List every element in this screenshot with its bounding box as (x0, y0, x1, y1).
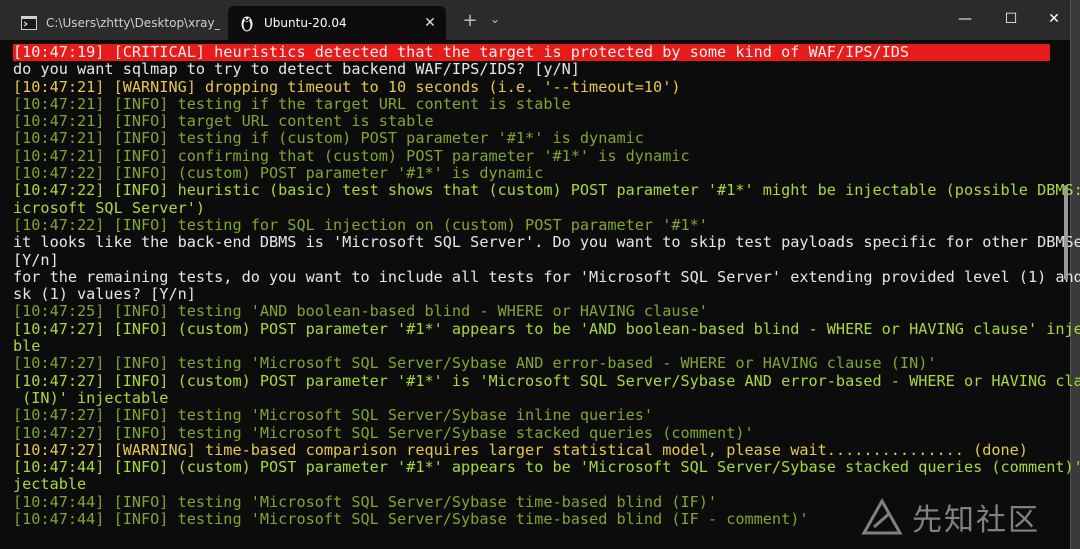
terminal-line: [10:47:27] [WARNING] time-based comparis… (13, 440, 1028, 459)
terminal-line: [10:47:21] [WARNING] dropping timeout to… (13, 77, 681, 96)
scrollbar-thumb[interactable] (1064, 185, 1068, 280)
terminal-line: [10:47:22] [INFO] testing for SQL inject… (13, 215, 708, 234)
linux-penguin-icon (238, 14, 256, 32)
terminal-line: [10:47:27] [INFO] testing 'Microsoft SQL… (13, 406, 654, 425)
terminal-line: [10:47:21] [INFO] target URL content is … (13, 112, 434, 131)
watermark: 先知社区 (860, 495, 1040, 539)
maximize-button[interactable]: ☐ (999, 8, 1023, 30)
terminal-line: [10:47:25] [INFO] testing 'AND boolean-b… (13, 302, 708, 321)
terminal-line: ble (13, 337, 41, 356)
terminal-line: it looks like the back-end DBMS is 'Micr… (13, 233, 1080, 252)
close-window-button[interactable]: ✕ (1042, 8, 1066, 30)
terminal-line: [Y/n] (13, 250, 59, 269)
terminal-line: [10:47:22] [INFO] heuristic (basic) test… (13, 181, 1080, 200)
terminal-line: [10:47:21] [INFO] confirming that (custo… (13, 146, 690, 165)
terminal-line: sk (1) values? [Y/n] (13, 285, 196, 304)
tab-title: C:\Users\zhtty\Desktop\xray_sta (46, 16, 220, 30)
new-tab-button[interactable]: + (460, 10, 480, 31)
tab-dropdown-button[interactable]: ⌄ (490, 12, 500, 26)
terminal-line: [10:47:27] [INFO] testing 'Microsoft SQL… (13, 423, 754, 442)
terminal-line: icrosoft SQL Server') (13, 198, 206, 217)
terminal-output[interactable]: [10:47:19] [CRITICAL] heuristics detecte… (0, 40, 1080, 540)
terminal-line: [10:47:27] [INFO] (custom) POST paramete… (13, 319, 1080, 338)
tab-ubuntu[interactable]: Ubuntu-20.04 ✕ (228, 6, 446, 40)
terminal-line: [10:47:19] [CRITICAL] heuristics detecte… (13, 43, 1050, 62)
terminal-line: [10:47:21] [INFO] testing if the target … (13, 94, 571, 113)
tab-title: Ubuntu-20.04 (264, 16, 347, 30)
minimize-button[interactable]: — (953, 8, 977, 30)
tab-cmd[interactable]: C:\Users\zhtty\Desktop\xray_sta (10, 6, 220, 40)
xianzhi-logo-icon (860, 497, 904, 537)
terminal-scrollbar[interactable] (1063, 40, 1069, 540)
terminal-line: [10:47:21] [INFO] testing if (custom) PO… (13, 129, 644, 148)
terminal-line: jectable (13, 475, 87, 494)
tab-close-button[interactable]: ✕ (420, 15, 440, 31)
title-bar: C:\Users\zhtty\Desktop\xray_sta Ubuntu-2… (0, 0, 1070, 40)
terminal-window: C:\Users\zhtty\Desktop\xray_sta Ubuntu-2… (0, 0, 1080, 549)
terminal-line: [10:47:27] [INFO] testing 'Microsoft SQL… (13, 354, 937, 373)
terminal-line: [10:47:22] [INFO] (custom) POST paramete… (13, 164, 544, 183)
terminal-line: (IN)' injectable (13, 388, 169, 407)
terminal-line: [10:47:44] [INFO] (custom) POST paramete… (13, 458, 1080, 477)
terminal-line: do you want sqlmap to try to detect back… (13, 60, 580, 79)
cmd-icon (20, 14, 38, 32)
terminal-line: [10:47:27] [INFO] (custom) POST paramete… (13, 371, 1080, 390)
watermark-text: 先知社区 (912, 503, 1040, 538)
terminal-line: for the remaining tests, do you want to … (13, 267, 1080, 286)
